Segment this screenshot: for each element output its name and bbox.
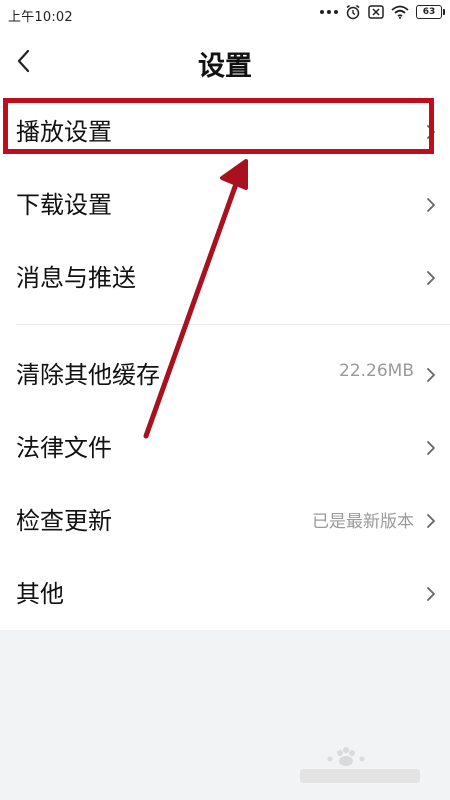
chevron-right-icon	[427, 125, 435, 139]
cache-size-value: 22.26MB	[339, 361, 414, 381]
chevron-right-icon	[427, 441, 435, 455]
settings-row-label: 播放设置	[16, 118, 112, 146]
settings-row-download[interactable]: 下载设置	[0, 169, 450, 241]
settings-row-other[interactable]: 其他	[0, 558, 450, 630]
header: 设置	[0, 30, 450, 96]
status-icons: 63	[320, 4, 445, 20]
watermark-logo-icon	[300, 747, 420, 783]
chevron-right-icon	[427, 514, 435, 528]
settings-row-playback[interactable]: 播放设置	[0, 96, 450, 168]
update-status-value: 已是最新版本	[312, 512, 414, 532]
settings-row-label: 检查更新	[16, 507, 112, 535]
alarm-icon	[346, 4, 360, 20]
settings-row-label: 其他	[16, 580, 64, 608]
section-divider	[16, 324, 450, 325]
page-title: 设置	[198, 51, 252, 82]
settings-screen: 上午10:02 63 设置 播放设置 下载设置 消息与推送 清除其他缓存 22.…	[0, 0, 450, 800]
chevron-right-icon	[427, 198, 435, 212]
settings-row-notifications[interactable]: 消息与推送	[0, 242, 450, 314]
status-bar: 上午10:02 63	[0, 0, 450, 30]
settings-row-check-update[interactable]: 检查更新 已是最新版本	[0, 485, 450, 557]
silent-icon	[368, 5, 384, 19]
wifi-icon	[391, 5, 409, 19]
settings-row-label: 清除其他缓存	[16, 361, 160, 389]
settings-row-label: 法律文件	[16, 434, 112, 462]
battery-icon: 63	[416, 5, 445, 19]
chevron-right-icon	[427, 368, 435, 382]
settings-row-label: 消息与推送	[16, 264, 136, 292]
chevron-right-icon	[427, 271, 435, 285]
settings-row-clear-cache[interactable]: 清除其他缓存 22.26MB	[0, 339, 450, 411]
settings-row-label: 下载设置	[16, 191, 112, 219]
more-dots-icon	[320, 10, 338, 14]
status-time: 上午10:02	[8, 10, 73, 25]
settings-row-legal[interactable]: 法律文件	[0, 412, 450, 484]
chevron-right-icon	[427, 587, 435, 601]
